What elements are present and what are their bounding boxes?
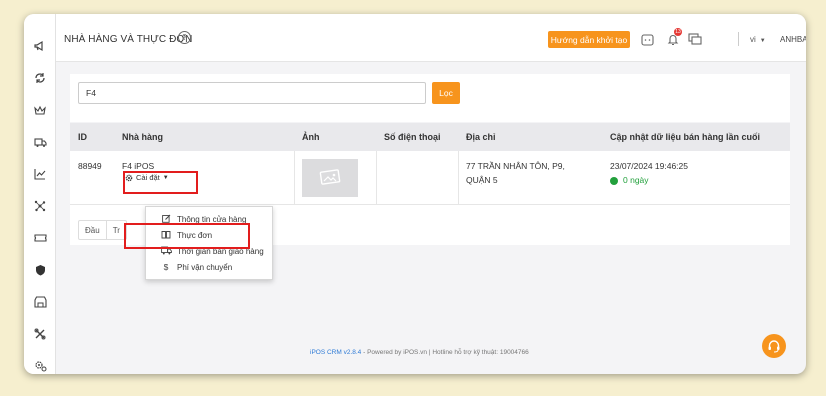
- language-selector[interactable]: vi ▼: [750, 35, 766, 44]
- column-header[interactable]: Địa chỉ: [466, 132, 496, 142]
- filter-panel: F4 Lọc: [70, 74, 790, 122]
- page-title: NHÀ HÀNG VÀ THỰC ĐƠN: [64, 34, 193, 45]
- column-header[interactable]: Nhà hàng: [122, 132, 163, 142]
- store-icon[interactable]: [32, 294, 48, 310]
- headset-icon: [767, 339, 781, 353]
- top-bar: NHÀ HÀNG VÀ THỰC ĐƠN ? Hướng dẫn khởi tạ…: [56, 14, 806, 62]
- highlight-delivery-time: [124, 223, 250, 249]
- support-chat-button[interactable]: [762, 334, 786, 358]
- column-header[interactable]: Cập nhật dữ liệu bán hàng lần cuối: [610, 132, 760, 142]
- settings-gears-icon[interactable]: [32, 358, 48, 374]
- calendar-icon[interactable]: [640, 32, 654, 46]
- shield-icon[interactable]: [32, 262, 48, 278]
- pagination: Đầu Tr: [78, 220, 127, 240]
- last-update-time: 23/07/2024 19:46:25: [610, 161, 688, 171]
- footer: iPOS CRM v2.8.4 - Powered by iPOS.vn | H…: [310, 349, 529, 356]
- help-icon[interactable]: ?: [178, 31, 191, 44]
- line-chart-icon[interactable]: [32, 166, 48, 182]
- sync-icon[interactable]: [32, 70, 48, 86]
- column-header[interactable]: Số điện thoại: [384, 132, 441, 142]
- username-label: ANHBA: [780, 35, 806, 44]
- page-first-button[interactable]: Đầu: [79, 221, 107, 239]
- menu-item-shipping-fee[interactable]: $ Phí vận chuyển: [160, 262, 233, 272]
- restaurant-image: [302, 159, 358, 197]
- status-dot-icon: [610, 176, 618, 185]
- footer-text: - Powered by iPOS.vn | Hotline hỗ trợ kỹ…: [361, 349, 529, 356]
- network-icon[interactable]: [32, 198, 48, 214]
- setup-guide-button[interactable]: Hướng dẫn khởi tạo: [548, 31, 630, 48]
- chevron-down-icon: ▼: [759, 38, 766, 44]
- delivery-truck-icon[interactable]: [32, 134, 48, 150]
- version-link[interactable]: iPOS CRM v2.8.4: [310, 349, 361, 356]
- megaphone-icon[interactable]: [32, 38, 48, 54]
- dollar-icon: $: [163, 262, 169, 272]
- address-line-2: QUẬN 5: [466, 175, 498, 185]
- menu-item-label: Phí vận chuyển: [177, 262, 233, 272]
- image-placeholder-icon: [318, 168, 342, 188]
- restaurant-id: 88949: [78, 161, 102, 171]
- notification-bell-icon[interactable]: 13: [666, 28, 682, 46]
- crown-icon[interactable]: [32, 102, 48, 118]
- table-header: ID Nhà hàng Ảnh Số điện thoại Địa chỉ Cậ…: [70, 123, 790, 151]
- sync-status: 0 ngày: [610, 175, 649, 185]
- highlight-settings: [123, 171, 198, 194]
- search-input[interactable]: F4: [78, 82, 426, 104]
- restaurant-name: F4 iPOS: [122, 161, 155, 171]
- notification-badge: 13: [674, 28, 682, 36]
- ticket-icon[interactable]: [32, 230, 48, 246]
- sync-status-label: 0 ngày: [623, 175, 649, 185]
- messages-icon[interactable]: [688, 32, 702, 46]
- user-menu[interactable]: ANHBA▼: [780, 35, 806, 44]
- language-label: vi: [750, 35, 756, 44]
- column-header[interactable]: Ảnh: [302, 132, 320, 142]
- column-header[interactable]: ID: [78, 132, 87, 142]
- address-line-1: 77 TRẦN NHÂN TÔN, P9,: [466, 161, 565, 171]
- tools-icon[interactable]: [32, 326, 48, 342]
- app-window: NHÀ HÀNG VÀ THỰC ĐƠN ? Hướng dẫn khởi tạ…: [24, 14, 806, 374]
- filter-button[interactable]: Lọc: [432, 82, 460, 104]
- sidebar: [24, 14, 56, 374]
- topbar-divider: [738, 32, 739, 46]
